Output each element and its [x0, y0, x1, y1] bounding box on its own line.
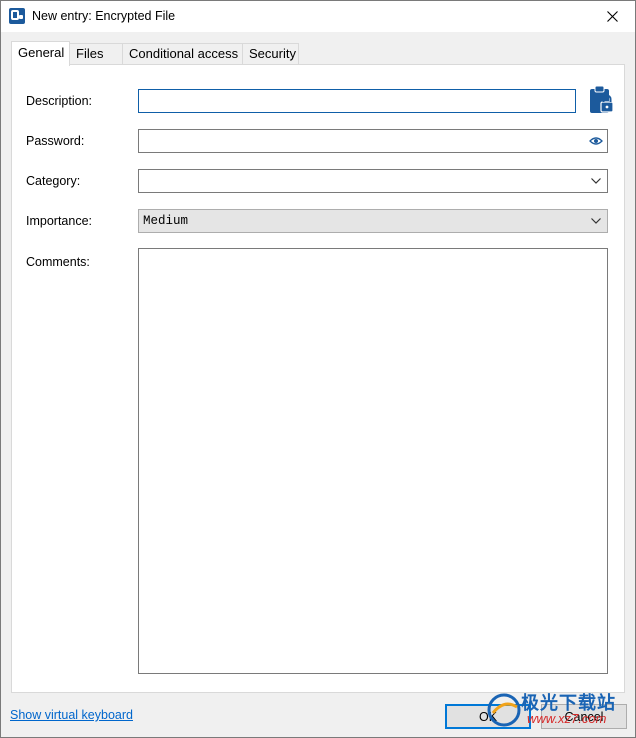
- cancel-button[interactable]: Cancel: [541, 704, 627, 729]
- importance-value: Medium: [143, 214, 189, 228]
- importance-select[interactable]: Medium: [138, 209, 608, 233]
- comments-label: Comments:: [26, 255, 90, 269]
- tab-general[interactable]: General: [11, 41, 70, 66]
- eye-icon[interactable]: [589, 134, 603, 148]
- importance-label: Importance:: [26, 214, 93, 228]
- password-input[interactable]: [139, 130, 607, 152]
- app-logo-icon: [9, 8, 25, 24]
- description-input[interactable]: [139, 90, 575, 112]
- description-label: Description:: [26, 94, 92, 108]
- title-bar: New entry: Encrypted File: [1, 1, 635, 32]
- tab-security[interactable]: Security: [242, 43, 299, 65]
- clipboard-lock-icon[interactable]: [589, 85, 615, 117]
- comments-field[interactable]: [138, 248, 608, 674]
- close-button[interactable]: [589, 1, 635, 32]
- tab-files[interactable]: Files: [69, 43, 123, 65]
- category-label: Category:: [26, 174, 81, 188]
- general-panel: Description: Password: Category: Importa…: [11, 64, 625, 693]
- ok-button[interactable]: OK: [445, 704, 531, 729]
- chevron-down-icon: [589, 174, 603, 188]
- category-select[interactable]: [138, 169, 608, 193]
- chevron-down-icon: [589, 214, 603, 228]
- comments-textarea[interactable]: [139, 249, 607, 673]
- description-field[interactable]: [138, 89, 576, 113]
- dialog-window: New entry: Encrypted File General Files …: [0, 0, 636, 738]
- close-icon: [606, 11, 618, 22]
- tab-conditional-access[interactable]: Conditional access: [122, 43, 243, 65]
- password-field[interactable]: [138, 129, 608, 153]
- show-virtual-keyboard-link[interactable]: Show virtual keyboard: [10, 708, 133, 722]
- window-title: New entry: Encrypted File: [32, 9, 176, 23]
- password-label: Password:: [26, 134, 85, 148]
